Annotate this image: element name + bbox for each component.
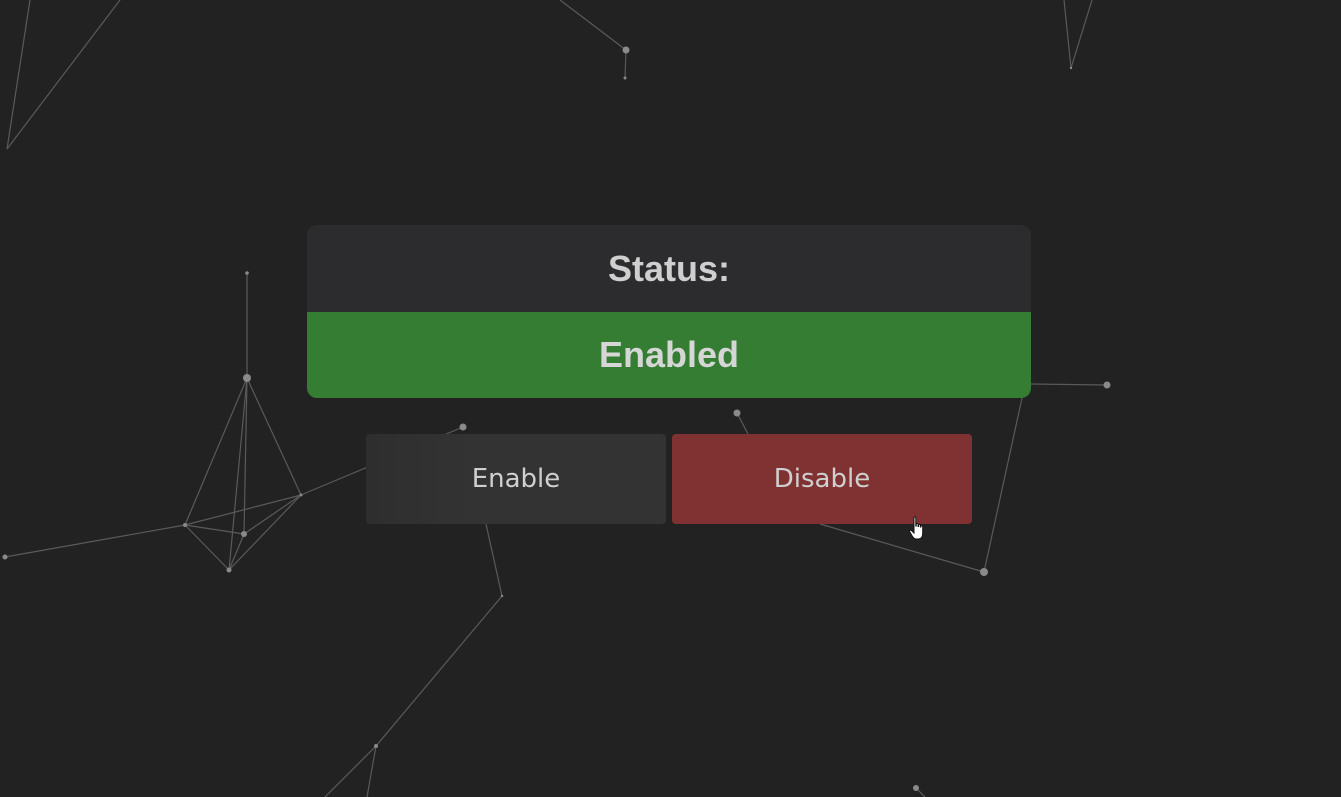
status-value: Enabled (307, 312, 1031, 398)
particle-network-background (2, 0, 1111, 797)
status-card: Status: Enabled (307, 225, 1031, 398)
status-heading: Status: (307, 225, 1031, 312)
enable-button[interactable]: Enable (366, 434, 666, 524)
hand-pointer-cursor-icon (908, 516, 924, 540)
disable-button[interactable]: Disable (672, 434, 972, 524)
